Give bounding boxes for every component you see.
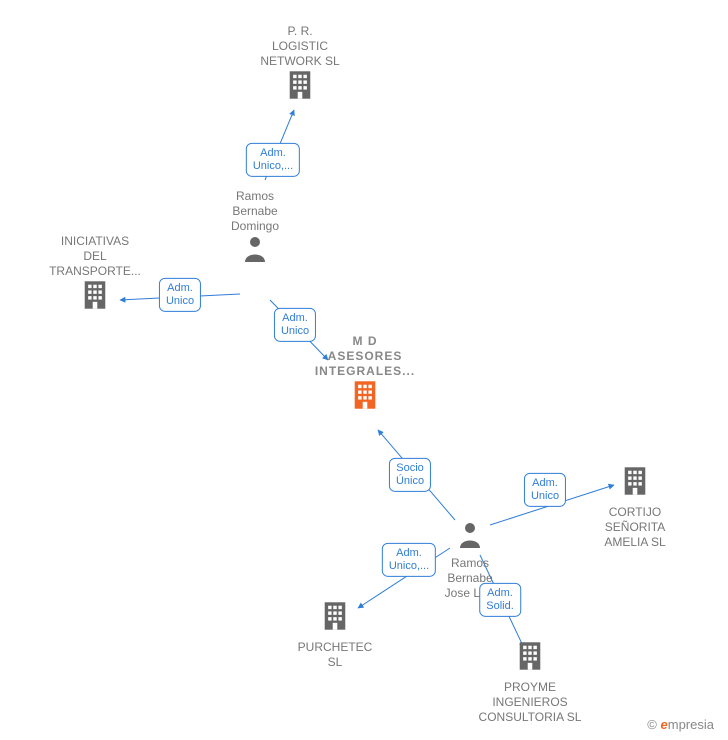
relation-badge: Adm.Unico: [524, 473, 566, 507]
node-iniciativas[interactable]: INICIATIVASDELTRANSPORTE...: [35, 230, 155, 315]
relation-badge: Adm.Unico: [274, 308, 316, 342]
diagram-canvas: { "nodes": { "pr_logistic": { "type": "c…: [0, 0, 728, 740]
node-label: PURCHETECSL: [275, 640, 395, 670]
node-proyme[interactable]: PROYMEINGENIEROSCONSULTORIA SL: [470, 640, 590, 725]
node-md_asesores[interactable]: M DASESORESINTEGRALES...: [305, 330, 425, 415]
node-label: PROYMEINGENIEROSCONSULTORIA SL: [470, 680, 590, 725]
relation-badge: Adm.Unico: [159, 278, 201, 312]
node-purchetec[interactable]: PURCHETECSL: [275, 600, 395, 670]
building-icon: [351, 379, 379, 411]
node-cortijo[interactable]: CORTIJOSEÑORITAAMELIA SL: [575, 465, 695, 550]
building-icon: [286, 69, 314, 101]
relation-badge: Adm.Solid.: [479, 583, 521, 617]
building-icon: [321, 600, 349, 632]
copyright-symbol: ©: [647, 717, 657, 732]
relation-badge: SocioÚnico: [389, 458, 431, 492]
node-pr_logistic[interactable]: P. R.LOGISTICNETWORK SL: [240, 20, 360, 105]
building-icon: [81, 279, 109, 311]
node-label: INICIATIVASDELTRANSPORTE...: [35, 234, 155, 279]
building-icon: [621, 465, 649, 497]
node-label: CORTIJOSEÑORITAAMELIA SL: [575, 505, 695, 550]
node-label: RamosBernabeDomingo: [195, 189, 315, 234]
node-ramos_domingo[interactable]: RamosBernabeDomingo: [195, 185, 315, 266]
person-icon: [458, 520, 482, 548]
copyright: © empresia: [647, 717, 714, 732]
relation-badge: Adm.Unico,...: [246, 143, 300, 177]
brand-e: e: [661, 717, 668, 732]
relation-badge: Adm.Unico,...: [382, 543, 436, 577]
person-icon: [243, 234, 267, 262]
node-label: M DASESORESINTEGRALES...: [305, 334, 425, 379]
brand-rest: mpresia: [668, 717, 714, 732]
node-label: P. R.LOGISTICNETWORK SL: [240, 24, 360, 69]
building-icon: [516, 640, 544, 672]
